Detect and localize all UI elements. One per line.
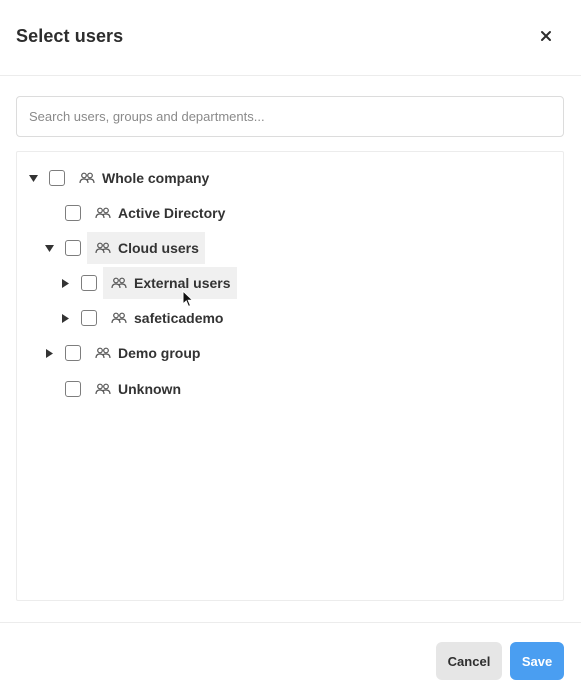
tree-node-demo-group[interactable]: Demo group [87, 337, 206, 369]
tree-node-external-users[interactable]: External users [103, 267, 237, 299]
expand-toggle[interactable] [59, 312, 71, 324]
tree-row-active-directory: Active Directory [43, 197, 231, 229]
tree-node-cloud-users[interactable]: Cloud users [87, 232, 205, 264]
users-group-icon [111, 312, 127, 324]
tree-node-safeticademo[interactable]: safeticademo [103, 302, 229, 334]
tree-node-label: Unknown [118, 381, 181, 397]
users-group-icon [95, 207, 111, 219]
expand-toggle[interactable] [43, 347, 55, 359]
caret-right-icon [61, 278, 69, 288]
users-group-icon [95, 242, 111, 254]
tree-checkbox[interactable] [65, 381, 81, 397]
tree-checkbox[interactable] [81, 310, 97, 326]
tree-row-whole-company: Whole company [27, 162, 215, 194]
caret-spacer [43, 207, 55, 219]
dialog-header: Select users [0, 0, 581, 76]
select-users-dialog: Select users Whole company [0, 0, 581, 699]
tree-node-label: Whole company [102, 170, 210, 186]
tree-node-unknown[interactable]: Unknown [87, 373, 187, 405]
tree-node-label: Demo group [118, 345, 201, 361]
mouse-pointer-icon [182, 290, 194, 308]
users-group-icon [111, 277, 127, 289]
search-box[interactable] [16, 96, 564, 137]
tree-node-label: External users [134, 275, 231, 291]
tree-node-label: Cloud users [118, 240, 199, 256]
tree-row-safeticademo: safeticademo [59, 302, 229, 334]
dialog-title: Select users [16, 26, 124, 46]
tree-checkbox[interactable] [81, 275, 97, 291]
expand-toggle[interactable] [27, 172, 39, 184]
users-group-icon [95, 383, 111, 395]
tree-checkbox[interactable] [65, 205, 81, 221]
tree-node-active-directory[interactable]: Active Directory [87, 197, 231, 229]
tree-row-cloud-users: Cloud users [43, 232, 205, 264]
caret-right-icon [61, 313, 69, 323]
caret-spacer [43, 383, 55, 395]
close-button[interactable] [532, 22, 560, 50]
tree-row-demo-group: Demo group [43, 337, 206, 369]
tree-node-whole-company[interactable]: Whole company [71, 162, 215, 194]
tree-row-external-users: External users [59, 267, 237, 299]
tree-row-unknown: Unknown [43, 373, 187, 405]
tree-checkbox[interactable] [49, 170, 65, 186]
search-input[interactable] [17, 97, 563, 136]
users-group-icon [95, 347, 111, 359]
users-group-icon [79, 172, 95, 184]
caret-down-icon [44, 244, 54, 252]
caret-right-icon [45, 348, 53, 358]
tree-node-label: Active Directory [118, 205, 226, 221]
expand-toggle[interactable] [59, 277, 71, 289]
close-icon [541, 31, 551, 41]
user-tree: Whole company Active Directory Cloud use… [16, 151, 564, 601]
tree-node-label: safeticademo [134, 310, 224, 326]
save-button[interactable]: Save [510, 642, 564, 680]
tree-checkbox[interactable] [65, 240, 81, 256]
tree-checkbox[interactable] [65, 345, 81, 361]
caret-down-icon [28, 174, 38, 182]
expand-toggle[interactable] [43, 242, 55, 254]
cancel-button[interactable]: Cancel [436, 642, 502, 680]
